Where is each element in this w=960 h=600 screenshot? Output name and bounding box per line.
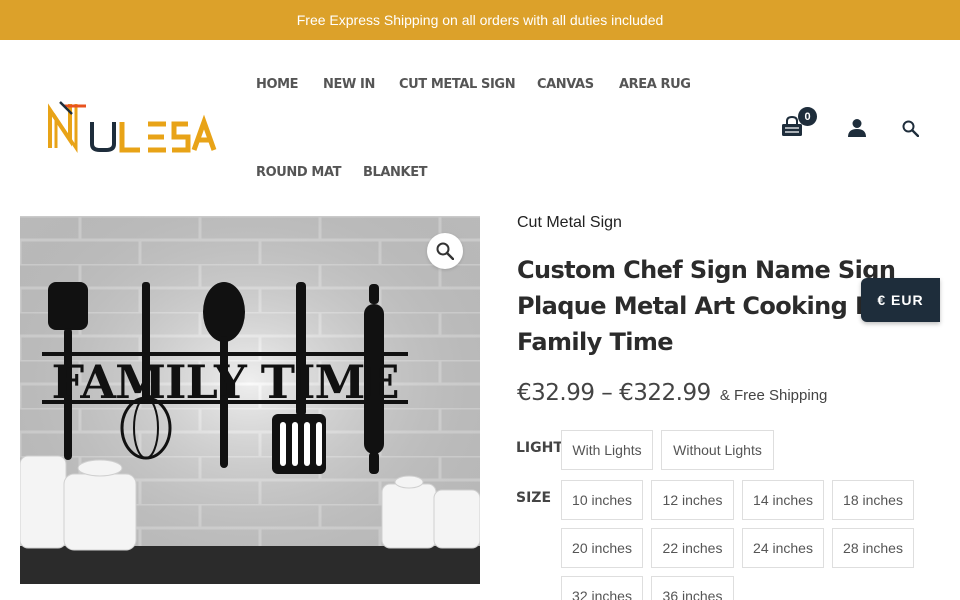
nav-item-home[interactable]: HOME: [256, 77, 299, 92]
option-label-light: LIGHT: [516, 440, 563, 456]
option-size-24[interactable]: 24 inches: [742, 528, 824, 568]
option-size-28[interactable]: 28 inches: [832, 528, 914, 568]
option-light-without-lights[interactable]: Without Lights: [661, 430, 774, 470]
announcement-text: Free Express Shipping on all orders with…: [296, 12, 664, 28]
product-image-sign-text: FAMILY TIME: [51, 355, 398, 409]
option-size-36[interactable]: 36 inches: [651, 576, 734, 600]
nav-item-new-in[interactable]: NEW IN: [323, 77, 375, 92]
shipping-note: & Free Shipping: [719, 387, 828, 404]
product-title-line: Family Time: [517, 328, 674, 356]
option-size-10[interactable]: 10 inches: [561, 480, 643, 520]
product-image[interactable]: FAMILY TIME: [20, 216, 480, 584]
product-title: Custom Chef Sign Name Sign Plaque Metal …: [517, 252, 904, 360]
option-size-12[interactable]: 12 inches: [651, 480, 734, 520]
option-size-14[interactable]: 14 inches: [742, 480, 824, 520]
currency-switcher-button[interactable]: € EUR: [861, 278, 940, 322]
magnifier-icon: [436, 242, 454, 260]
price-block: €32.99 – €322.99 & Free Shipping: [517, 380, 827, 406]
product-title-line: Custom Chef Sign Name Sign: [517, 256, 896, 284]
brand-logo[interactable]: [48, 100, 220, 154]
announcement-bar: Free Express Shipping on all orders with…: [0, 0, 960, 40]
nav-item-area-rug[interactable]: AREA RUG: [619, 77, 691, 92]
option-size-32[interactable]: 32 inches: [561, 576, 643, 600]
nav-item-cut-metal-sign[interactable]: CUT METAL SIGN: [399, 77, 516, 92]
price-range: €32.99 – €322.99: [517, 380, 711, 406]
user-icon[interactable]: [847, 118, 867, 137]
option-light-with-lights[interactable]: With Lights: [561, 430, 653, 470]
option-size-22[interactable]: 22 inches: [651, 528, 734, 568]
cart-count-badge: 0: [798, 107, 817, 126]
option-size-18[interactable]: 18 inches: [832, 480, 914, 520]
product-title-line: Plaque Metal Art Cooking Dec: [517, 292, 904, 320]
product-category[interactable]: Cut Metal Sign: [517, 214, 622, 232]
option-label-size: SIZE: [516, 490, 552, 506]
zoom-button[interactable]: [427, 233, 463, 269]
search-icon[interactable]: [902, 120, 919, 137]
nav-item-blanket[interactable]: BLANKET: [363, 165, 428, 180]
nav-item-canvas[interactable]: CANVAS: [537, 77, 594, 92]
nav-item-round-mat[interactable]: ROUND MAT: [256, 165, 341, 180]
option-size-20[interactable]: 20 inches: [561, 528, 643, 568]
